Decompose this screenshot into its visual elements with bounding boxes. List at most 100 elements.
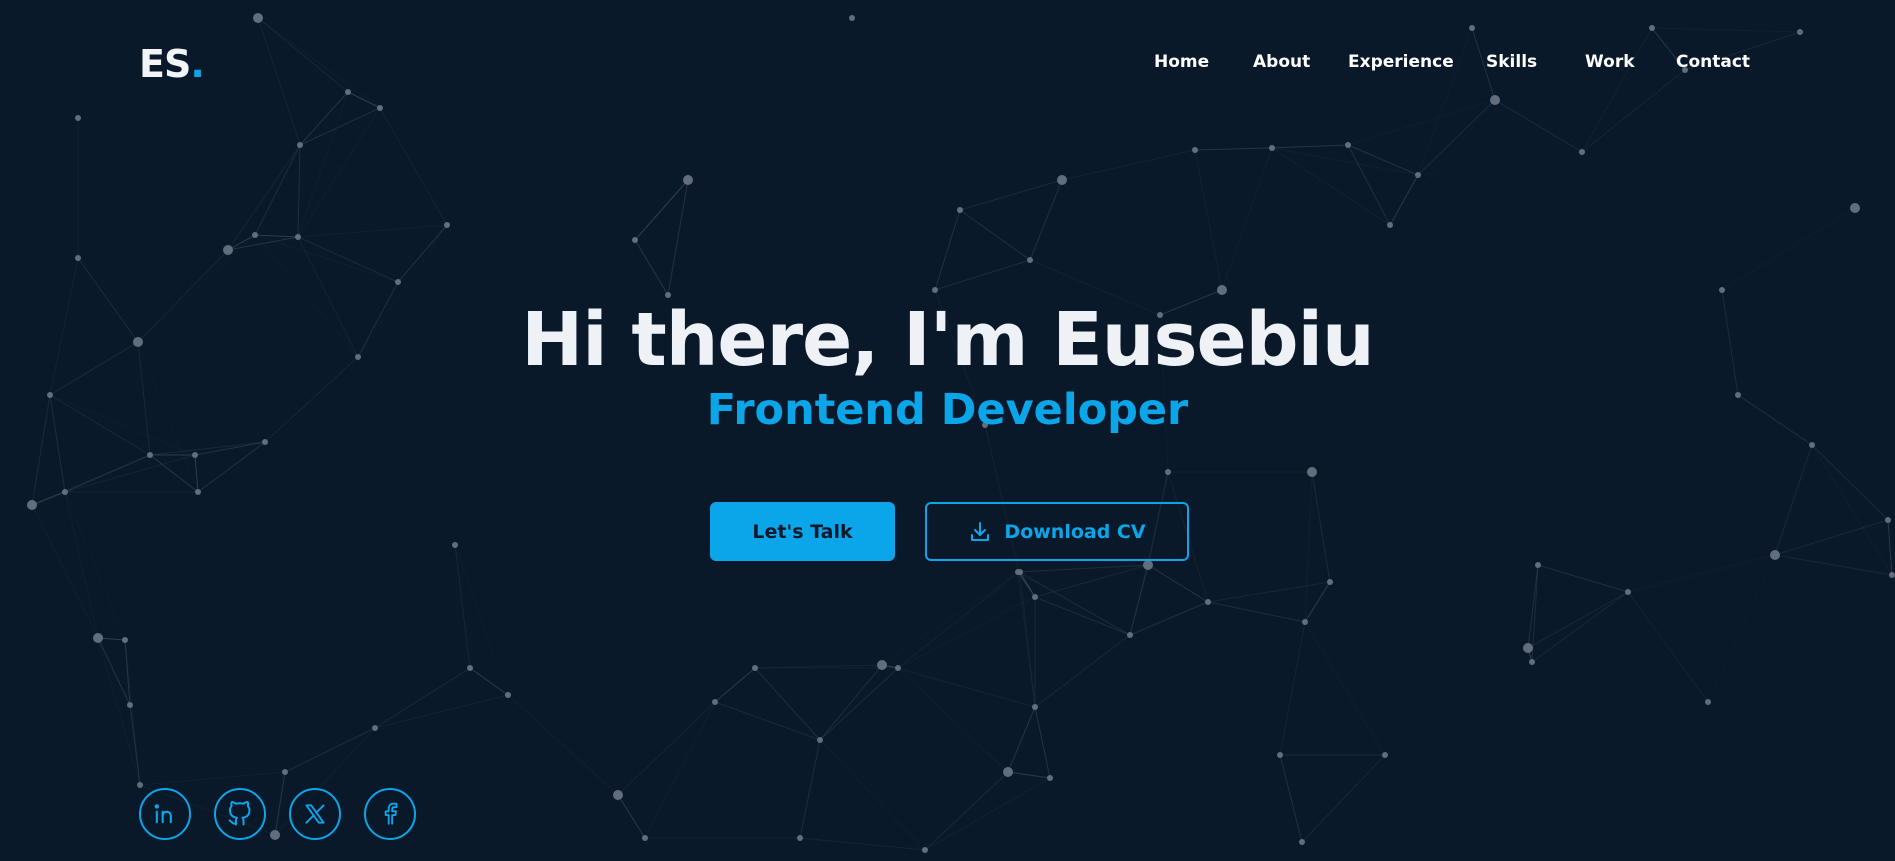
x-twitter-link[interactable] [289,788,341,840]
network-link [297,144,301,238]
network-link [297,91,349,238]
network-link [959,209,1031,261]
network-link [1221,147,1273,291]
network-link [454,544,471,669]
network-link [1208,472,1312,602]
network-node [685,177,691,183]
network-node [93,633,103,643]
network-link [1034,634,1131,708]
network-link [1160,150,1195,315]
network-link [1347,144,1391,226]
network-node [1523,643,1533,653]
network-link [819,667,899,741]
network-node [1047,775,1053,781]
hero-subtitle: Frontend Developer [706,385,1189,435]
network-link [1305,622,1385,755]
network-node [147,452,153,458]
network-link [1472,28,1582,152]
network-node [1535,562,1541,568]
network-link [1207,601,1306,623]
network-link [64,491,99,639]
network-link [934,209,961,291]
network-link [1208,602,1280,755]
nav-about[interactable]: About [1253,48,1310,76]
network-node [505,692,511,698]
network-link [130,705,285,772]
network-node [223,245,233,255]
network-link [1311,471,1331,583]
network-link [1348,28,1472,145]
network-link [227,236,299,251]
network-link [959,179,1063,211]
network-link [197,441,266,493]
network-node [1003,767,1013,777]
network-node [372,725,378,731]
nav-work[interactable]: Work [1585,48,1635,76]
network-node [127,702,133,708]
linkedin-icon [154,804,172,824]
main-nav: Home About Experience Skills Work Contac… [0,48,1895,76]
network-node [262,439,268,445]
download-cv-label: Download CV [1004,520,1146,543]
nav-home[interactable]: Home [1154,48,1209,76]
network-node [295,234,301,240]
nav-contact[interactable]: Contact [1676,48,1750,76]
network-link [634,239,669,296]
network-link [634,179,689,241]
network-link [934,259,1031,291]
download-cv-button[interactable]: Download CV [925,502,1189,561]
network-node [1490,95,1500,105]
network-link [1194,149,1223,291]
network-node [1327,579,1333,585]
network-link [125,492,198,640]
network-node [1205,599,1211,605]
network-link [507,694,619,796]
network-node [1307,467,1317,477]
network-link [348,92,447,225]
network-link [1627,591,1709,703]
linkedin-link[interactable] [139,788,191,840]
network-node [642,835,648,841]
nav-skills[interactable]: Skills [1486,48,1537,76]
network-link [935,180,1062,290]
network-link [1389,174,1419,226]
network-link [1304,471,1313,623]
network-link [1811,444,1893,576]
network-link [129,704,141,786]
lets-talk-button[interactable]: Let's Talk [710,502,895,561]
network-node [1382,752,1388,758]
network-link [227,144,301,251]
network-link [754,667,821,741]
network-link [667,179,689,296]
network-link [617,794,646,839]
network-link [1722,208,1855,290]
network-link [1774,444,1813,556]
network-node [1192,147,1198,153]
nav-experience[interactable]: Experience [1348,48,1454,76]
network-link [1271,144,1349,149]
network-link [1494,99,1583,153]
network-link [1581,27,1653,153]
network-link [714,701,821,741]
network-node [1889,572,1895,578]
network-link [882,597,1035,665]
network-node [1387,222,1393,228]
network-node [1165,469,1171,475]
network-link [1811,444,1889,521]
network-link [799,739,821,839]
network-node [877,660,887,670]
network-node [797,835,803,841]
network-link [1148,565,1305,622]
facebook-link[interactable] [364,788,416,840]
network-link [1385,662,1532,755]
network-node [1469,25,1475,31]
network-node [1027,257,1033,263]
network-link [1651,27,1801,33]
github-link[interactable] [214,788,266,840]
network-link [882,572,1018,665]
network-node [282,769,288,775]
network-link [617,701,716,796]
network-node [1649,25,1655,31]
github-icon [228,801,251,826]
network-node [345,89,351,95]
